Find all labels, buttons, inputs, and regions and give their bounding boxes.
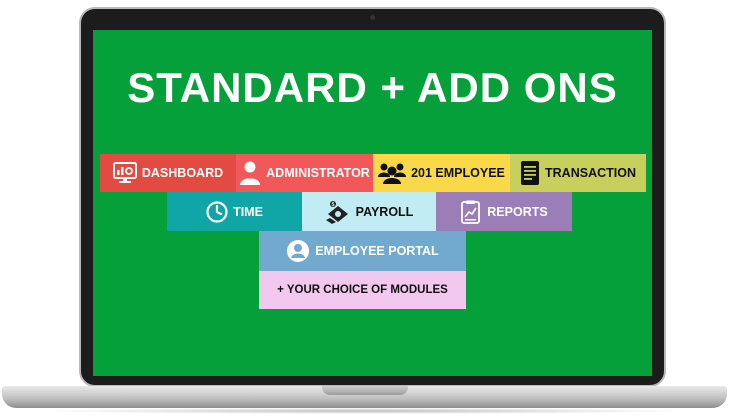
module-employee-portal-label: EMPLOYEE PORTAL xyxy=(315,244,439,258)
module-transaction[interactable]: TRANSACTION xyxy=(510,154,646,192)
module-dashboard[interactable]: DASHBOARD xyxy=(100,154,236,192)
laptop-shadow xyxy=(40,408,690,414)
document-icon xyxy=(520,160,540,186)
module-time-label: TIME xyxy=(233,204,263,219)
page-title: STANDARD + ADD ONS xyxy=(127,64,618,111)
module-choice-label: + YOUR CHOICE OF MODULES xyxy=(277,284,448,296)
report-chart-icon xyxy=(460,200,482,224)
module-transaction-label: TRANSACTION xyxy=(545,166,636,180)
module-choice[interactable]: + YOUR CHOICE OF MODULES xyxy=(259,271,466,309)
module-reports[interactable]: REPORTS xyxy=(436,192,572,231)
module-payroll[interactable]: $ PAYROLL xyxy=(302,192,436,231)
dashboard-icon xyxy=(112,162,137,184)
module-reports-label: REPORTS xyxy=(487,204,548,219)
module-administrator-label: ADMINISTRATOR xyxy=(266,166,370,180)
module-201-employee-label: 201 EMPLOYEE xyxy=(411,166,505,180)
employee-group-icon xyxy=(378,162,407,184)
module-time[interactable]: TIME xyxy=(167,192,302,231)
module-administrator[interactable]: ADMINISTRATOR xyxy=(236,154,373,192)
module-201-employee[interactable]: 201 EMPLOYEE xyxy=(373,154,510,192)
module-dashboard-label: DASHBOARD xyxy=(141,166,224,180)
payroll-money-icon: $ xyxy=(325,200,351,224)
laptop-base-notch xyxy=(322,386,408,395)
module-employee-portal[interactable]: EMPLOYEE PORTAL xyxy=(259,231,466,271)
user-circle-icon xyxy=(286,239,310,263)
svg-text:$: $ xyxy=(331,202,334,208)
webcam xyxy=(370,15,375,20)
admin-user-icon xyxy=(239,161,261,185)
clock-icon xyxy=(206,200,228,223)
module-payroll-label: PAYROLL xyxy=(355,204,414,219)
